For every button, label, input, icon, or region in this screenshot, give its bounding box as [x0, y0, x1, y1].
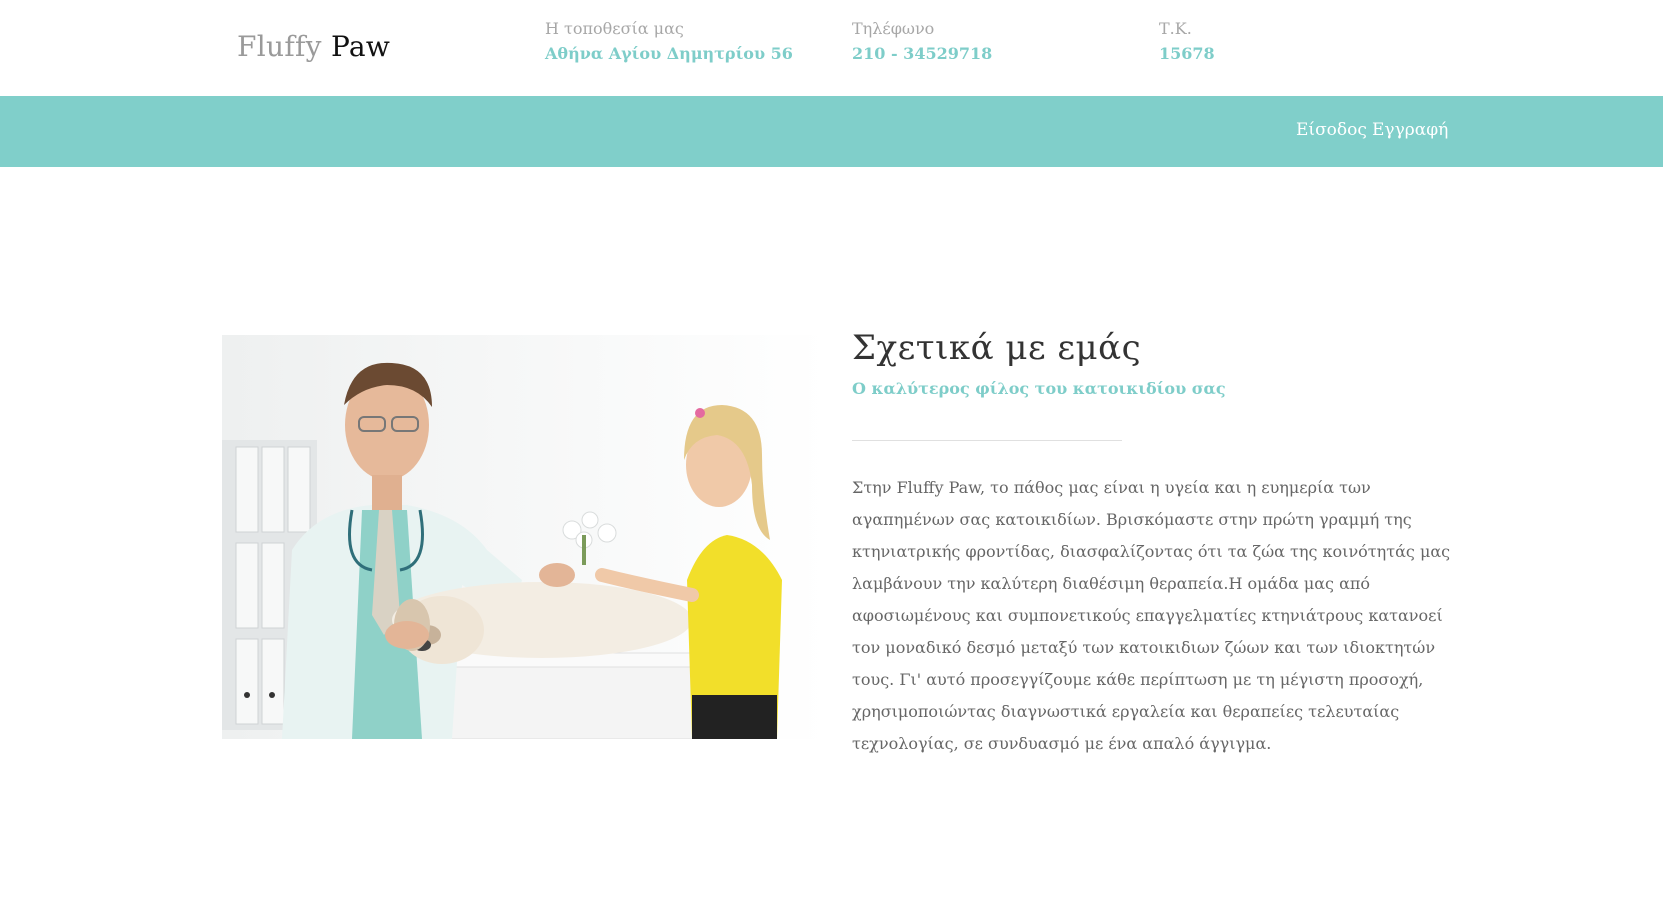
logo-word-light: Fluffy	[237, 30, 322, 63]
location-label: Η τοποθεσία μας	[545, 19, 684, 38]
logo-word-dark: Paw	[330, 30, 391, 63]
login-link[interactable]: Είσοδος	[1296, 120, 1367, 140]
location-info: Η τοποθεσία μας Αθήνα Αγίου Δημητρίου 56	[545, 18, 793, 68]
postal-code-label: Τ.Κ.	[1159, 19, 1192, 38]
about-title: Σχετικά με εμάς	[852, 328, 1142, 368]
about-subtitle: Ο καλύτερος φίλος του κατοικιδίου σας	[852, 379, 1226, 398]
about-body-text: Στην Fluffy Paw, το πάθος μας είναι η υγ…	[852, 478, 1451, 753]
postal-code-info: Τ.Κ. 15678	[1159, 18, 1215, 68]
title-divider	[852, 440, 1122, 441]
phone-label: Τηλέφωνο	[852, 19, 935, 38]
location-value: Αθήνα Αγίου Δημητρίου 56	[545, 44, 793, 63]
register-link[interactable]: Εγγραφή	[1372, 120, 1448, 140]
main-navbar: Είσοδος Εγγραφή	[0, 96, 1663, 167]
postal-code-value: 15678	[1159, 44, 1215, 63]
site-logo[interactable]: Fluffy Paw	[237, 30, 390, 63]
vet-with-dog-and-girl-image	[222, 335, 828, 739]
top-header: Fluffy Paw Η τοποθεσία μας Αθήνα Αγίου Δ…	[0, 0, 1663, 96]
phone-value: 210 - 34529718	[852, 44, 993, 63]
phone-info: Τηλέφωνο 210 - 34529718	[852, 18, 992, 68]
